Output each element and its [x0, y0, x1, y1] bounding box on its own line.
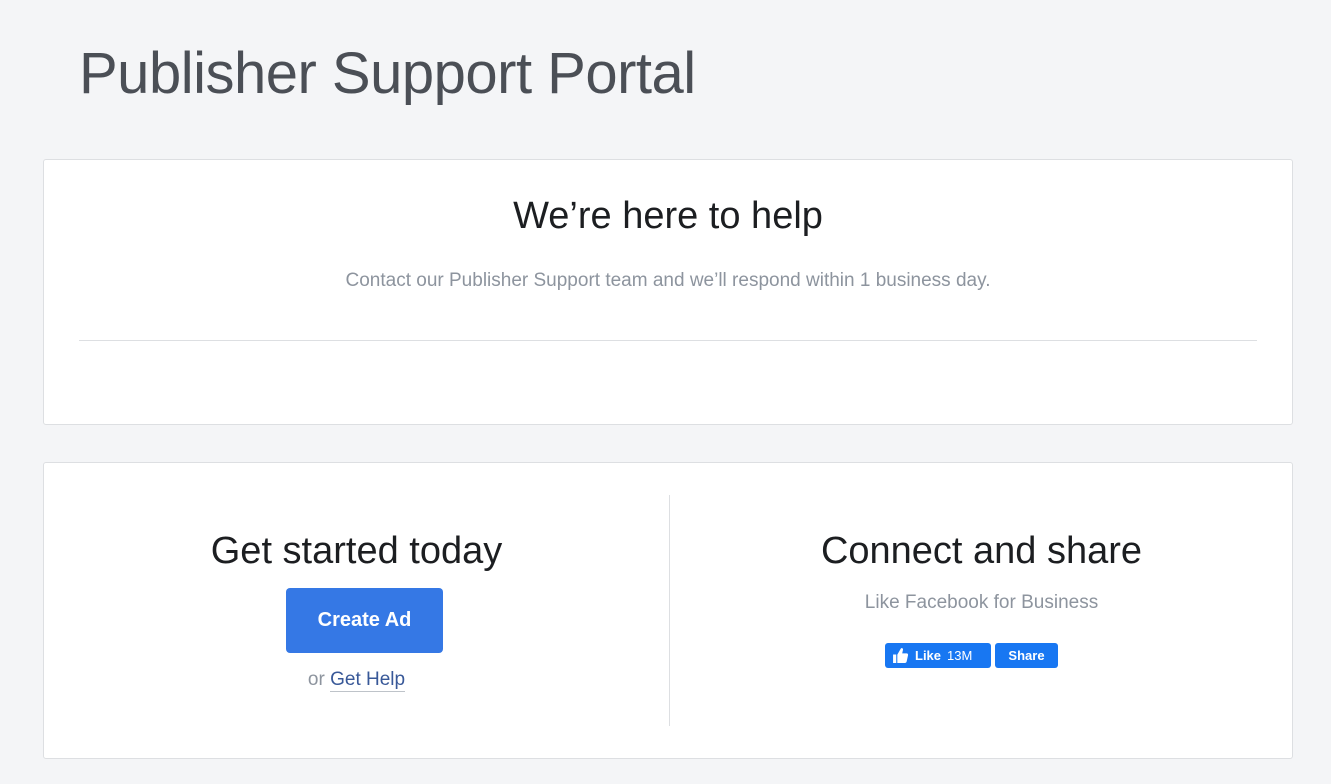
thumbs-up-icon: [892, 647, 909, 664]
help-divider: [79, 340, 1257, 341]
help-heading: We’re here to help: [513, 195, 823, 237]
connect-heading: Connect and share: [820, 530, 1143, 572]
facebook-like-button[interactable]: Like 13M: [885, 643, 991, 668]
page-title: Publisher Support Portal: [79, 41, 696, 106]
help-card: We’re here to help Contact our Publisher…: [43, 159, 1293, 425]
actions-card: Get started today Create Ad or Get Help …: [43, 462, 1293, 759]
connect-subtitle: Like Facebook for Business: [864, 592, 1099, 613]
get-started-heading: Get started today: [210, 530, 503, 572]
connect-column: Connect and share Like Facebook for Busi…: [669, 463, 1294, 758]
or-text: or: [307, 669, 325, 690]
get-help-link[interactable]: Get Help: [330, 669, 406, 692]
get-started-column: Get started today Create Ad or Get Help: [44, 463, 669, 758]
facebook-share-button[interactable]: Share: [995, 643, 1058, 668]
facebook-widget: Like 13M Share: [885, 643, 1058, 668]
help-subtitle: Contact our Publisher Support team and w…: [345, 270, 991, 291]
create-ad-button[interactable]: Create Ad: [286, 588, 443, 653]
like-count: 13M: [947, 648, 973, 663]
get-help-line: or Get Help: [44, 667, 669, 693]
like-label: Like: [915, 648, 942, 663]
